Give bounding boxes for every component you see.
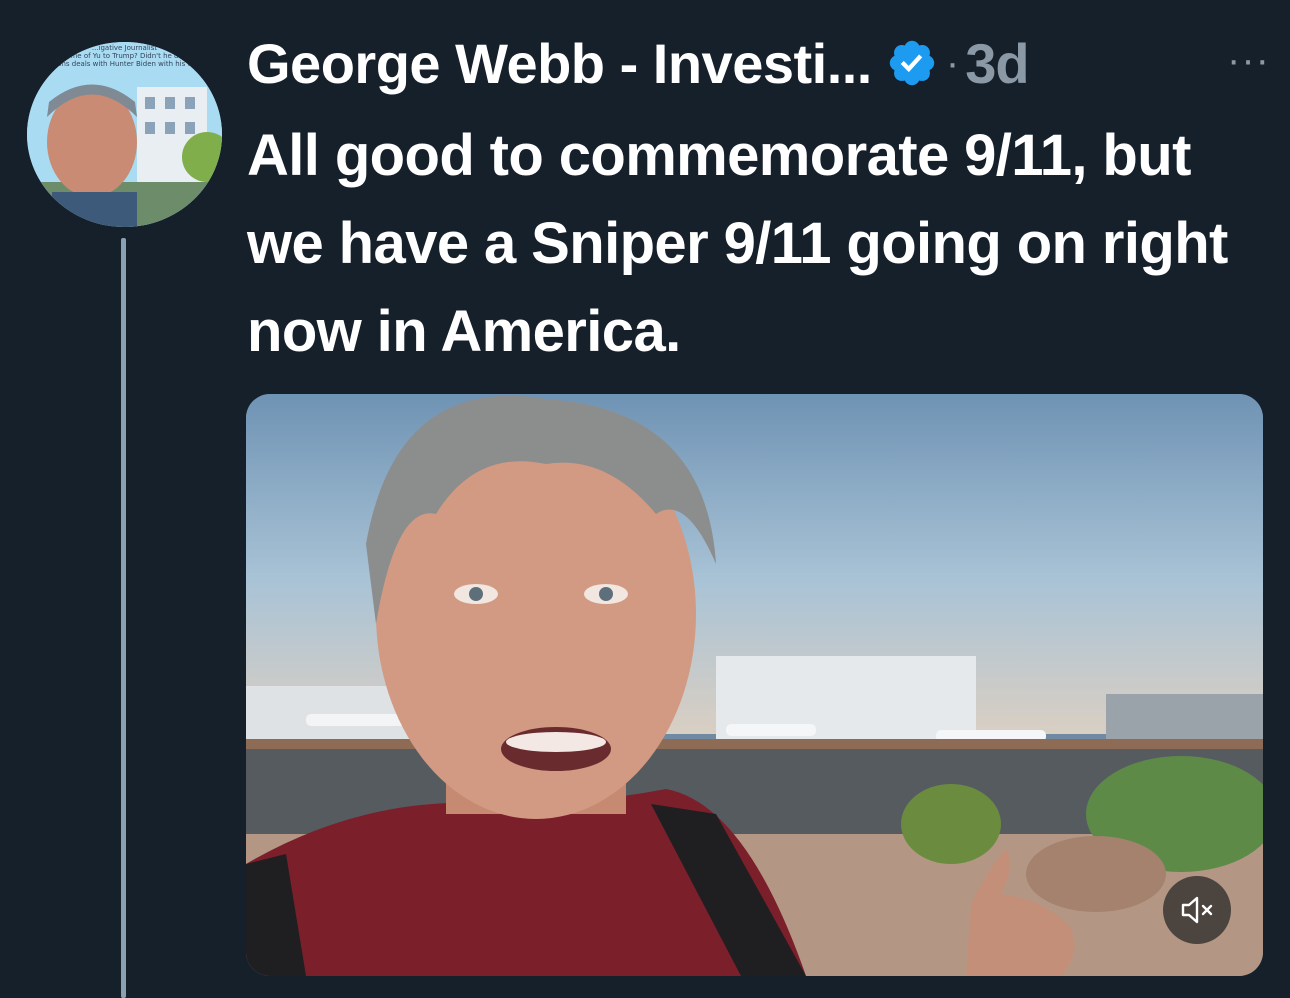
tweet-timestamp[interactable]: 3d bbox=[965, 31, 1029, 96]
author-display-name[interactable]: George Webb - Investi... bbox=[247, 31, 872, 96]
tweet-video[interactable] bbox=[246, 394, 1263, 976]
avatar-caption: ...igative Journalist ...me of Yu to Tru… bbox=[50, 44, 199, 68]
tweet-text: All good to commemorate 9/11, but we hav… bbox=[247, 123, 1228, 364]
author-avatar[interactable]: ...igative Journalist ...me of Yu to Tru… bbox=[27, 42, 222, 227]
mute-toggle-button[interactable] bbox=[1163, 876, 1231, 944]
tweet-header: George Webb - Investi... · 3d bbox=[247, 28, 1270, 98]
speaker-muted-icon bbox=[1181, 896, 1213, 924]
more-options-icon[interactable]: ··· bbox=[1227, 40, 1270, 80]
meta-separator: · bbox=[945, 40, 960, 85]
video-frame bbox=[246, 394, 1263, 976]
verified-badge-icon[interactable] bbox=[886, 37, 938, 89]
avatar-image bbox=[27, 42, 222, 227]
thread-connector-line bbox=[121, 238, 126, 998]
